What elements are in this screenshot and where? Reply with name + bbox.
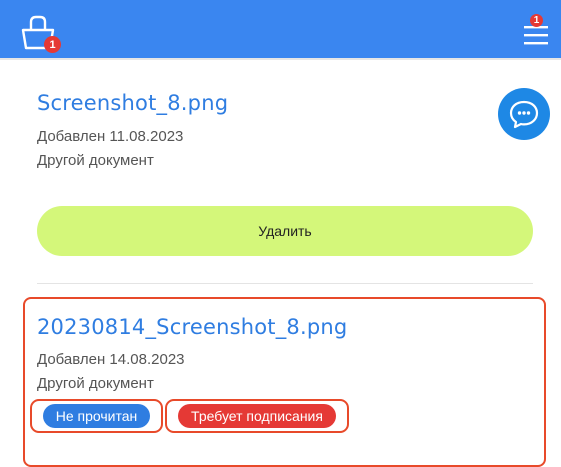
document-title-link[interactable]: 20230814_Screenshot_8.png xyxy=(37,315,347,339)
unread-badge-highlight: Не прочитан xyxy=(30,399,163,433)
document-type: Другой документ xyxy=(37,152,154,169)
document-type: Другой документ xyxy=(37,375,154,392)
chat-bubble-icon xyxy=(509,100,539,129)
signature-required-badge[interactable]: Требует подписания xyxy=(178,404,336,428)
sign-badge-highlight: Требует подписания xyxy=(165,399,349,433)
delete-button[interactable]: Удалить xyxy=(37,206,533,256)
document-added-date: Добавлен 11.08.2023 xyxy=(37,128,184,145)
document-added-date: Добавлен 14.08.2023 xyxy=(37,351,185,368)
divider xyxy=(37,283,533,284)
menu-notification-badge: 1 xyxy=(530,14,543,27)
cart-count-badge: 1 xyxy=(44,36,61,53)
cart-button[interactable]: 1 xyxy=(20,12,64,54)
document-title-link[interactable]: Screenshot_8.png xyxy=(37,91,228,115)
top-bar: 1 1 xyxy=(0,0,561,60)
unread-status-badge[interactable]: Не прочитан xyxy=(42,404,151,428)
menu-button[interactable]: 1 xyxy=(523,14,551,48)
chat-button[interactable] xyxy=(498,88,550,140)
